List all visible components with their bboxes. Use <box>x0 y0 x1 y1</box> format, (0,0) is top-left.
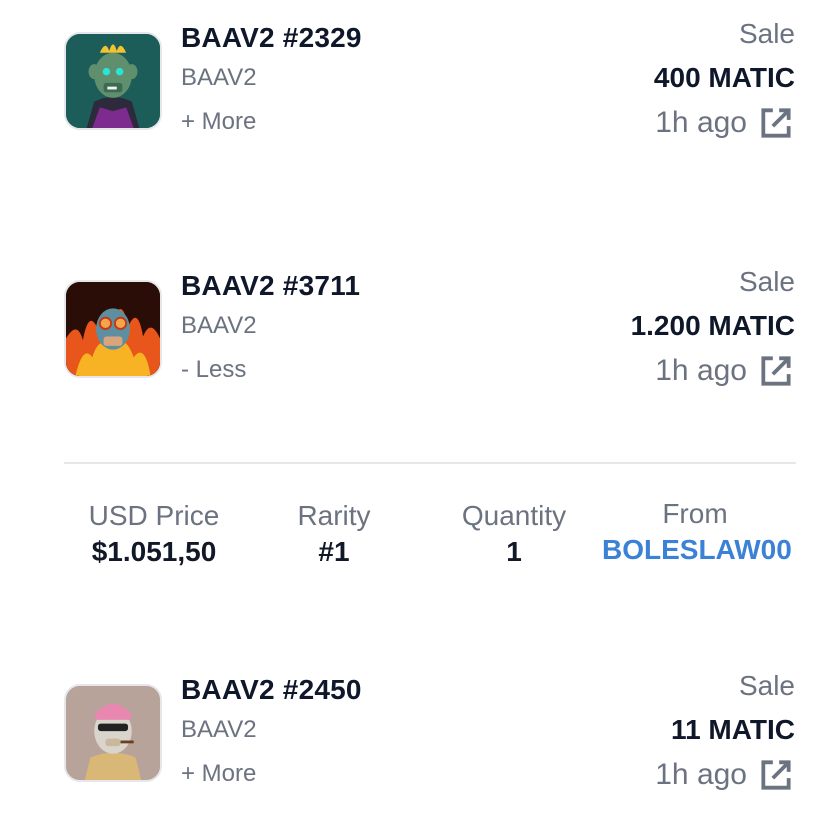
time-row: 1h ago <box>655 352 795 390</box>
ape-zombie-image <box>66 34 160 128</box>
time-row: 1h ago <box>655 756 795 794</box>
collection-name: BAAV2 <box>181 312 257 339</box>
time-ago: 1h ago <box>655 106 747 139</box>
time-row: 1h ago <box>655 104 795 142</box>
nft-name[interactable]: BAAV2 #3711 <box>181 270 360 302</box>
quantity-label: Quantity <box>461 500 567 531</box>
from-detail: From BOLESLAW00 <box>602 498 792 566</box>
nft-thumbnail[interactable] <box>64 32 162 130</box>
time-ago: 1h ago <box>655 758 747 791</box>
more-toggle[interactable]: + More <box>181 760 256 788</box>
ape-fire-image <box>66 282 160 376</box>
rarity-label: Rarity <box>297 500 371 531</box>
nft-thumbnail[interactable] <box>64 684 162 782</box>
less-toggle[interactable]: - Less <box>181 356 246 384</box>
usd-price-value: $1.051,50 <box>91 536 217 567</box>
event-type: Sale <box>738 670 795 701</box>
nft-name[interactable]: BAAV2 #2329 <box>181 22 362 54</box>
usd-price-label: USD Price <box>88 500 220 531</box>
activity-item[interactable]: BAAV2 #2329 BAAV2 + More Sale 400 MATIC … <box>0 0 828 139</box>
activity-item[interactable]: BAAV2 #3711 BAAV2 - Less Sale 1.200 MATI… <box>0 248 828 387</box>
collection-name: BAAV2 <box>181 64 257 91</box>
external-link-icon[interactable] <box>757 756 795 794</box>
rarity-value: #1 <box>318 536 350 567</box>
quantity-detail: Quantity 1 <box>450 500 578 568</box>
from-address-link[interactable]: BOLESLAW00 <box>602 534 792 566</box>
sale-price: 400 MATIC <box>653 62 795 93</box>
external-link-icon[interactable] <box>757 104 795 142</box>
details-divider <box>64 462 796 464</box>
external-link-icon[interactable] <box>757 352 795 390</box>
more-toggle[interactable]: + More <box>181 108 256 136</box>
nft-thumbnail[interactable] <box>64 280 162 378</box>
collection-name: BAAV2 <box>181 716 257 743</box>
ape-cigar-image <box>66 686 160 780</box>
activity-item[interactable]: BAAV2 #2450 BAAV2 + More Sale 11 MATIC 1… <box>0 652 828 791</box>
event-type: Sale <box>738 266 795 297</box>
event-type: Sale <box>738 18 795 49</box>
rarity-detail: Rarity #1 <box>284 500 384 568</box>
sale-price: 11 MATIC <box>671 714 795 745</box>
time-ago: 1h ago <box>655 354 747 387</box>
quantity-value: 1 <box>506 536 522 567</box>
usd-price-detail: USD Price $1.051,50 <box>88 500 220 568</box>
from-label: From <box>662 498 728 529</box>
sale-price: 1.200 MATIC <box>630 310 795 341</box>
nft-name[interactable]: BAAV2 #2450 <box>181 674 362 706</box>
